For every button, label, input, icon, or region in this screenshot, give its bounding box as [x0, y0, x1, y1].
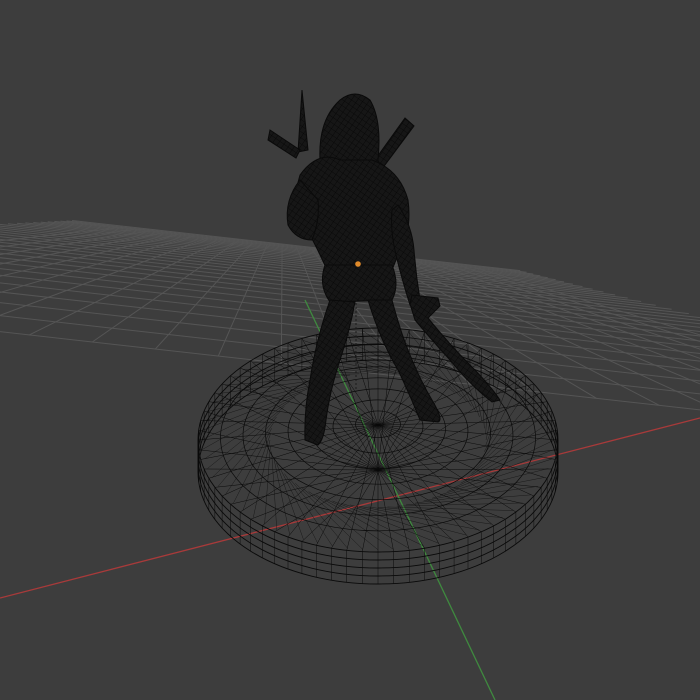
base-hatch	[439, 458, 552, 496]
base-hatch	[253, 439, 271, 518]
object-origin-point-icon[interactable]	[355, 261, 361, 267]
right-leg-mesh	[367, 299, 441, 423]
base-hatch	[315, 494, 409, 549]
axis-lines	[0, 299, 700, 700]
base-hatch	[471, 411, 549, 474]
base-hatch	[387, 506, 514, 511]
back-sword-left	[267, 89, 309, 159]
base-hatch	[202, 388, 309, 431]
base-hatch	[447, 449, 554, 492]
base-spoke	[377, 424, 534, 497]
base-spoke	[222, 424, 379, 497]
base-hatch	[377, 507, 503, 518]
hips-mesh	[321, 264, 397, 303]
base-hatch	[242, 434, 271, 511]
base-hatch	[271, 451, 277, 530]
base-spoke	[200, 424, 379, 460]
base-hatch	[359, 506, 480, 531]
base-hatch	[466, 420, 552, 479]
base-spoke	[377, 383, 534, 426]
base-hatch	[323, 498, 424, 547]
base-hatch	[204, 384, 317, 422]
base-hatch	[233, 428, 272, 504]
base-hatch	[207, 406, 285, 469]
base-hatch	[414, 486, 538, 504]
base-spoke	[204, 410, 379, 471]
base-hatch	[396, 502, 523, 507]
base-spoke	[331, 469, 379, 549]
3d-viewport[interactable]	[0, 0, 700, 700]
round-base-mesh[interactable]	[197, 327, 559, 585]
base-spoke	[208, 424, 379, 479]
base-spoke	[230, 469, 379, 505]
base-spoke	[346, 424, 379, 551]
base-hatch	[431, 468, 549, 499]
base-hatch	[460, 430, 554, 484]
base-spoke	[250, 469, 379, 520]
base-spoke	[377, 424, 556, 460]
base-hatch	[289, 478, 348, 549]
viewport-canvas[interactable]	[0, 0, 700, 700]
base-hatch	[225, 422, 274, 495]
